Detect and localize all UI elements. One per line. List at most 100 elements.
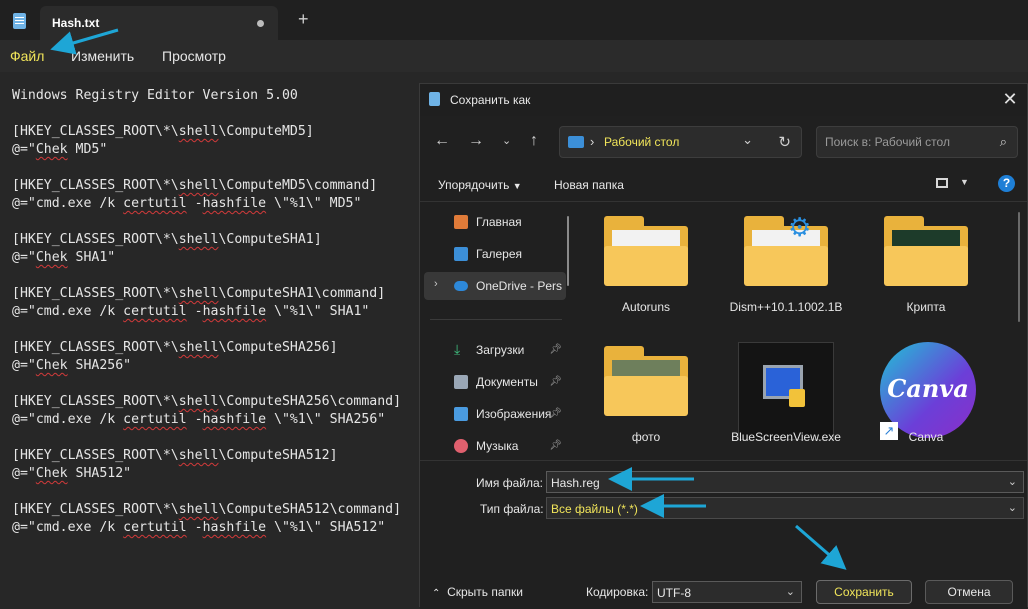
chevron-down-icon[interactable]: ⌄	[742, 132, 753, 148]
sidebar-item-pictures[interactable]: Изображения 📌︎	[424, 400, 566, 428]
help-button[interactable]: ?	[998, 175, 1015, 192]
file-item-label: Dism++10.1.1002.1B	[729, 300, 843, 314]
filename-value: Hash.reg	[551, 476, 600, 490]
organize-label: Упорядочить	[438, 178, 510, 192]
sidebar-label: Главная	[476, 215, 522, 229]
editor-line: [HKEY_CLASSES_ROOT\*\shell\ComputeSHA512…	[12, 502, 402, 517]
pin-icon[interactable]: 📌︎	[549, 376, 562, 387]
file-item[interactable]: Крипта	[852, 216, 1000, 346]
file-item[interactable]: Autoruns	[572, 216, 720, 346]
folder-chart-icon	[884, 216, 968, 286]
file-item[interactable]: Canva ↗ Canva	[852, 342, 1000, 460]
sidebar-item-home[interactable]: Главная	[424, 208, 566, 236]
filename-field[interactable]: Hash.reg ⌄	[546, 471, 1024, 493]
sidebar-item-downloads[interactable]: ⤓ Загрузки 📌︎	[424, 336, 566, 364]
downloads-icon: ⤓	[454, 341, 461, 357]
editor-line: [HKEY_CLASSES_ROOT\*\shell\ComputeMD5]	[12, 124, 314, 139]
editor-line: [HKEY_CLASSES_ROOT\*\shell\ComputeSHA1\c…	[12, 286, 386, 301]
dialog-title: Сохранить как	[450, 93, 531, 107]
close-button[interactable]: ✕	[999, 88, 1021, 110]
recent-chevron-icon[interactable]: ⌄	[502, 133, 511, 149]
editor-line: [HKEY_CLASSES_ROOT\*\shell\ComputeSHA512…	[12, 448, 338, 463]
editor-line: @="Chek SHA256"	[12, 358, 132, 373]
unsaved-dot-icon[interactable]	[257, 20, 264, 27]
tab-hash-txt[interactable]: Hash.txt	[40, 6, 278, 40]
file-list-scrollbar[interactable]	[1018, 212, 1020, 322]
sidebar-item-documents[interactable]: Документы 📌︎	[424, 368, 566, 396]
menu-view[interactable]: Просмотр	[162, 48, 226, 64]
file-item-label: Canva	[908, 430, 944, 444]
documents-icon	[454, 375, 468, 389]
dialog-footer: Имя файла: Hash.reg ⌄ Тип файла: Все фай…	[420, 460, 1027, 609]
breadcrumb-separator-icon: ›	[590, 134, 595, 149]
filetype-value: Все файлы (*.*)	[551, 502, 638, 516]
filetype-label: Тип файла:	[480, 502, 544, 516]
expand-chevron-icon[interactable]: ›	[434, 278, 438, 290]
sidebar-item-onedrive[interactable]: › OneDrive - Personal	[424, 272, 566, 300]
cancel-button[interactable]: Отмена	[925, 580, 1013, 604]
refresh-icon[interactable]: ↻	[778, 133, 791, 151]
forward-arrow-icon[interactable]: →	[468, 133, 484, 149]
bluescreenview-icon	[738, 342, 834, 440]
search-input[interactable]	[823, 134, 987, 150]
up-arrow-icon[interactable]: ↑	[530, 133, 538, 149]
save-button[interactable]: Сохранить	[816, 580, 912, 604]
search-icon[interactable]: ⌕	[1000, 134, 1007, 150]
editor-line: @="cmd.exe /k certutil -hashfile \"%1\" …	[12, 304, 370, 319]
editor-line: Windows Registry Editor Version 5.00	[12, 88, 298, 103]
sidebar-item-music[interactable]: Музыка 📌︎	[424, 432, 566, 460]
filetype-select[interactable]: Все файлы (*.*) ⌄	[546, 497, 1024, 519]
hide-folders-button[interactable]: ⌃ Скрыть папки	[432, 585, 523, 599]
navigation-bar: ← → ⌄ ↑ › Рабочий стол ⌄ ↻ ⌕	[420, 116, 1027, 168]
editor-line: @="Chek SHA1"	[12, 250, 116, 265]
dialog-titlebar: Сохранить как ✕	[420, 84, 1027, 116]
file-item[interactable]: BlueScreenView.exe	[712, 342, 860, 460]
new-folder-button[interactable]: Новая папка	[554, 178, 624, 192]
back-arrow-icon[interactable]: ←	[434, 133, 450, 149]
menu-bar: Файл Изменить Просмотр	[0, 40, 1028, 72]
save-as-dialog: Сохранить как ✕ ← → ⌄ ↑ › Рабочий стол ⌄…	[419, 83, 1028, 609]
music-icon	[454, 439, 468, 453]
sidebar-divider	[430, 319, 562, 320]
chevron-down-icon[interactable]: ⌄	[786, 585, 795, 598]
tab-bar: Hash.txt +	[0, 0, 1028, 40]
file-item-label: Autoruns	[621, 300, 671, 314]
chevron-down-icon[interactable]: ⌄	[1008, 475, 1017, 488]
sidebar-item-gallery[interactable]: Галерея	[424, 240, 566, 268]
encoding-value: UTF-8	[657, 586, 691, 600]
sidebar-label: OneDrive - Personal	[476, 279, 562, 293]
gallery-icon	[454, 247, 468, 261]
editor-line: @="cmd.exe /k certutil -hashfile \"%1\" …	[12, 412, 386, 427]
editor-line: @="Chek SHA512"	[12, 466, 132, 481]
pictures-icon	[454, 407, 468, 421]
file-item-label: Крипта	[906, 300, 946, 314]
tab-title: Hash.txt	[52, 16, 100, 30]
editor-line: [HKEY_CLASSES_ROOT\*\shell\ComputeSHA256…	[12, 340, 338, 355]
address-bar[interactable]: › Рабочий стол ⌄ ↻	[559, 126, 802, 158]
search-box[interactable]: ⌕	[816, 126, 1018, 158]
new-tab-button[interactable]: +	[298, 10, 309, 28]
menu-edit[interactable]: Изменить	[71, 48, 134, 64]
file-item[interactable]: ⚙ Dism++10.1.1002.1B	[712, 214, 860, 346]
chevron-down-icon[interactable]: ⌄	[1008, 501, 1017, 514]
dialog-toolbar: Упорядочить ▼ Новая папка ▼ ?	[420, 168, 1027, 202]
pin-icon[interactable]: 📌︎	[549, 408, 562, 419]
organize-button[interactable]: Упорядочить ▼	[438, 178, 522, 192]
address-text: Рабочий стол	[604, 135, 680, 149]
hide-folders-label: Скрыть папки	[447, 585, 523, 599]
pin-icon[interactable]: 📌︎	[549, 440, 562, 451]
view-mode-icon[interactable]	[936, 178, 948, 188]
encoding-select[interactable]: UTF-8 ⌄	[652, 581, 802, 603]
notepad-icon	[13, 13, 26, 29]
pin-icon[interactable]: 📌︎	[549, 344, 562, 355]
menu-file[interactable]: Файл	[10, 48, 44, 64]
view-mode-chevron-icon[interactable]: ▼	[960, 177, 969, 187]
editor-line: [HKEY_CLASSES_ROOT\*\shell\ComputeMD5\co…	[12, 178, 378, 193]
navigation-pane: Главная Галерея › OneDrive - Personal ⤓ …	[420, 202, 570, 460]
file-item[interactable]: фото	[572, 346, 720, 460]
sidebar-scrollbar[interactable]	[567, 216, 569, 286]
editor-line: @="cmd.exe /k certutil -hashfile \"%1\" …	[12, 196, 362, 211]
canva-logo: Canva	[887, 374, 969, 403]
file-item-label: BlueScreenView.exe	[731, 430, 841, 444]
editor-line: [HKEY_CLASSES_ROOT\*\shell\ComputeSHA256…	[12, 394, 402, 409]
